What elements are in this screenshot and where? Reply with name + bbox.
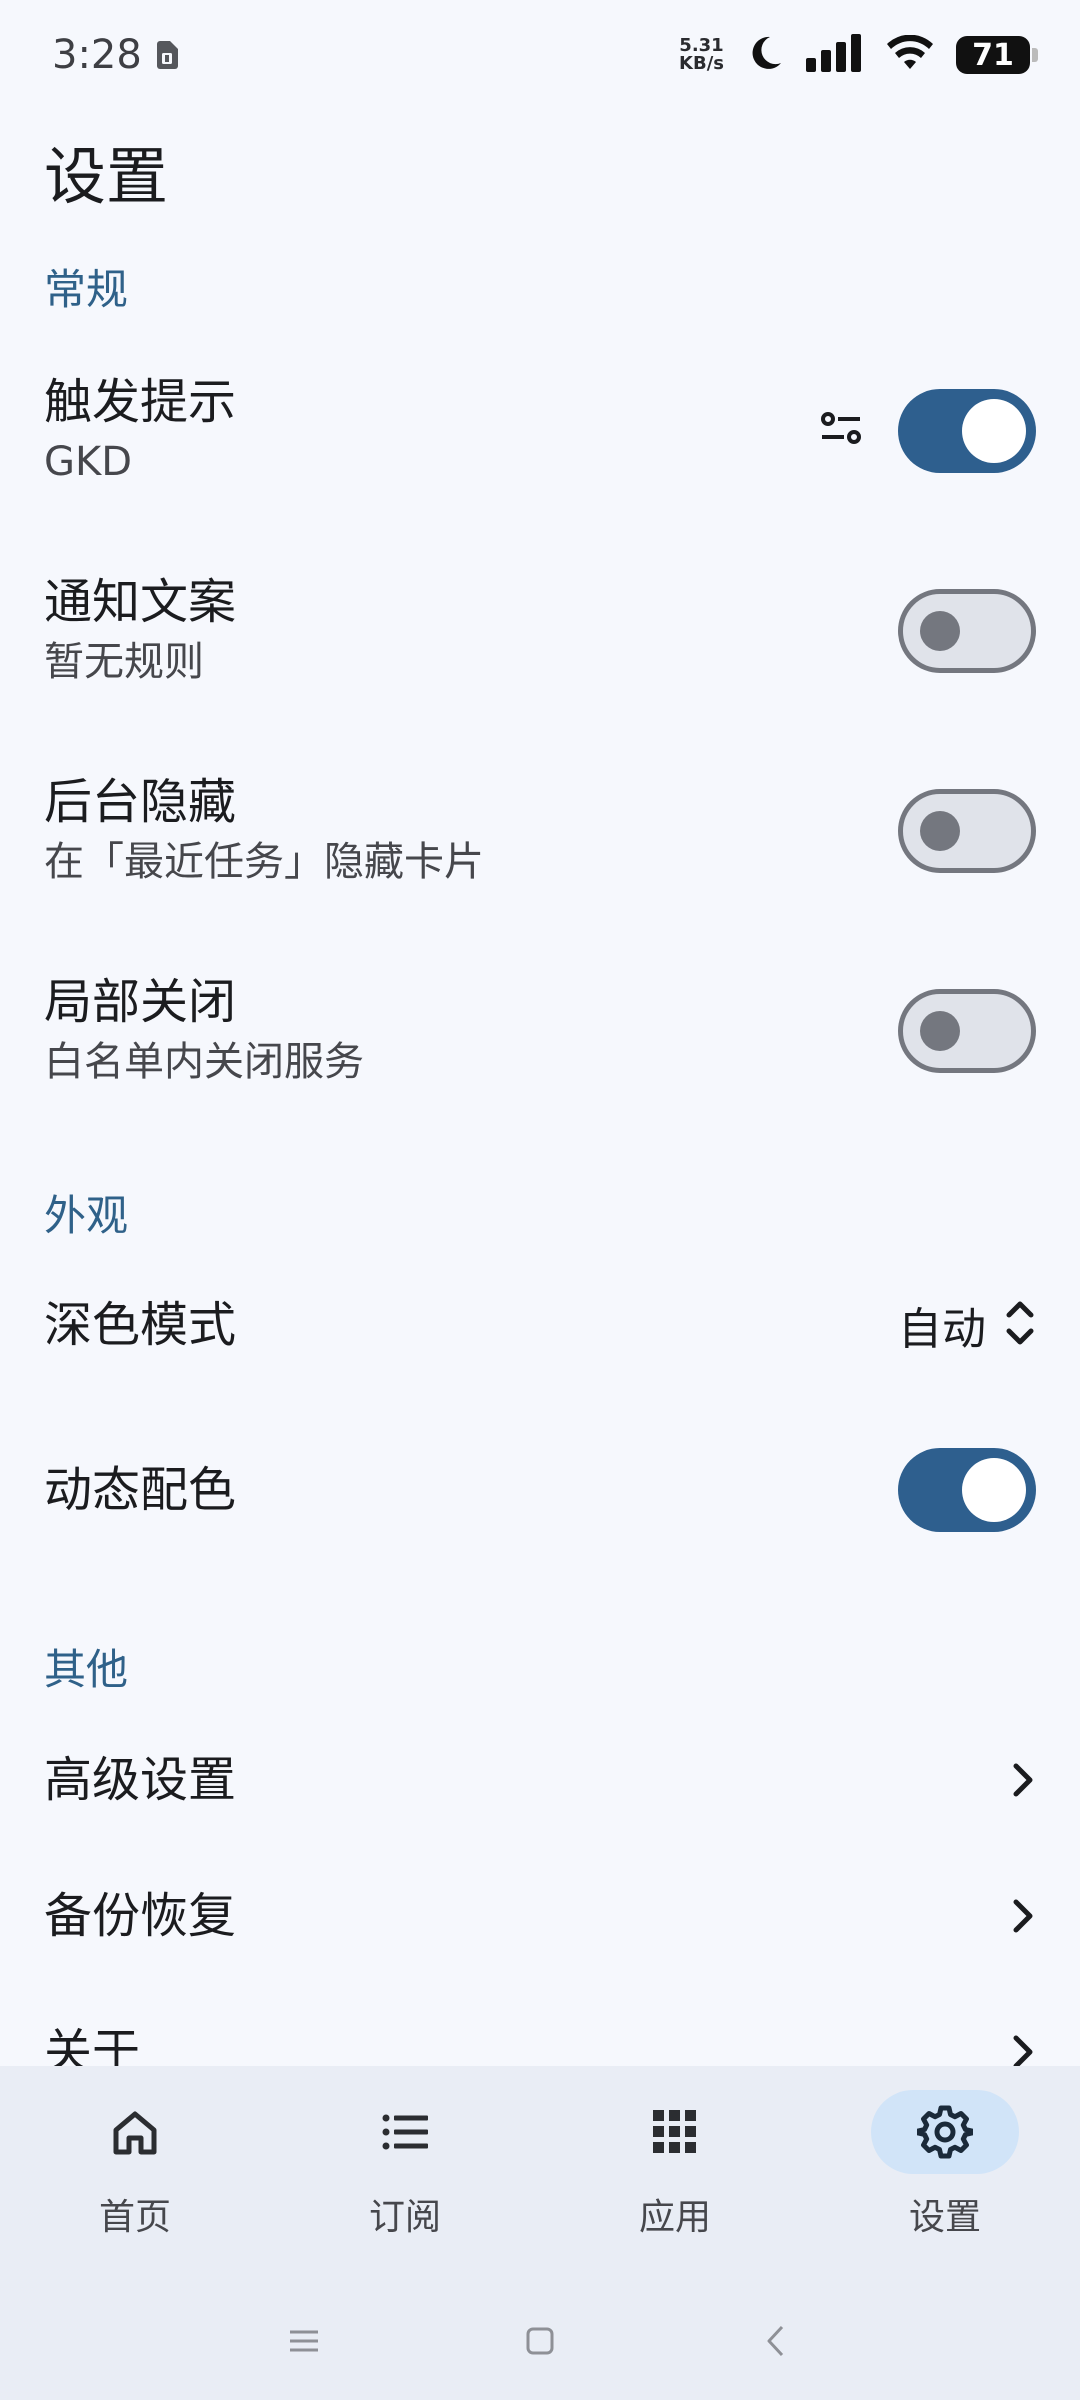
dynamic-color-switch[interactable]: [898, 1448, 1036, 1532]
setting-controls: [898, 1448, 1036, 1532]
setting-controls: [898, 789, 1036, 873]
moon-icon: [746, 34, 784, 76]
back-chevron-icon: [764, 2324, 788, 2362]
chevron-right-icon: [1008, 1896, 1036, 1936]
nav-label: 设置: [908, 2197, 981, 2238]
page-title: 设置: [44, 140, 169, 213]
switch-thumb: [962, 1458, 1026, 1522]
setting-subtitle: 白名单内关闭服务: [44, 1039, 364, 1085]
section-title-appearance: 外观: [44, 1191, 129, 1240]
net-speed-unit: KB/s: [679, 53, 724, 74]
hide-background-switch[interactable]: [898, 789, 1036, 873]
system-navigation-bar: [0, 2286, 1080, 2400]
battery-level: 71: [972, 37, 1014, 73]
section-title-general: 常规: [44, 265, 129, 314]
tune-icon[interactable]: [818, 405, 866, 457]
setting-text: 通知文案 暂无规则: [44, 572, 236, 690]
battery-icon: 71: [956, 36, 1038, 74]
setting-row-partial-close[interactable]: 局部关闭 白名单内关闭服务: [0, 968, 1080, 1094]
settings-screen: 3:28 5.31 KB/s 71 设置 常规 触发提示 GKD 通知文案 暂无…: [0, 0, 1080, 2400]
unfold-icon: [1004, 1297, 1036, 1353]
list-icon: [331, 2090, 479, 2174]
nav-item-settings[interactable]: 设置: [810, 2066, 1080, 2286]
nav-label: 订阅: [368, 2197, 441, 2238]
status-bar: 3:28 5.31 KB/s 71: [0, 0, 1080, 110]
setting-title: 备份恢复: [44, 1888, 237, 1944]
setting-title: 后台隐藏: [44, 774, 237, 830]
setting-text: 后台隐藏 在「最近任务」隐藏卡片: [44, 772, 484, 890]
setting-text: 触发提示 GKD: [44, 372, 236, 490]
setting-row-trigger-tip[interactable]: 触发提示 GKD: [0, 368, 1080, 494]
notification-text-switch[interactable]: [898, 589, 1036, 673]
setting-title: 高级设置: [44, 1752, 237, 1808]
switch-thumb: [920, 1011, 960, 1051]
dark-mode-select[interactable]: 自动: [898, 1293, 1036, 1357]
status-icons: 5.31 KB/s 71: [679, 34, 1038, 76]
menu-icon: [288, 2328, 320, 2358]
switch-thumb: [920, 811, 960, 851]
setting-subtitle: 暂无规则: [44, 639, 204, 685]
bottom-navigation: 首页 订阅 应用 设置: [0, 2066, 1080, 2400]
menu-button[interactable]: [186, 2328, 422, 2358]
chevron-right-icon: [1008, 1760, 1036, 1800]
setting-row-backup[interactable]: 备份恢复: [0, 1880, 1080, 1952]
trigger-tip-switch[interactable]: [898, 389, 1036, 473]
setting-controls: [898, 989, 1036, 1073]
setting-controls: [898, 589, 1036, 673]
apps-grid-icon: [601, 2090, 749, 2174]
setting-row-dynamic-color[interactable]: 动态配色: [0, 1448, 1080, 1532]
setting-title: 局部关闭: [44, 974, 237, 1030]
setting-title: 触发提示: [44, 374, 237, 430]
nav-item-home[interactable]: 首页: [0, 2066, 270, 2286]
square-icon: [525, 2326, 555, 2360]
setting-title: 深色模式: [44, 1297, 237, 1353]
switch-thumb: [920, 611, 960, 651]
setting-row-advanced[interactable]: 高级设置: [0, 1744, 1080, 1816]
setting-row-notification-text[interactable]: 通知文案 暂无规则: [0, 568, 1080, 694]
gear-icon: [871, 2090, 1019, 2174]
status-time: 3:28: [52, 32, 142, 78]
switch-thumb: [962, 399, 1026, 463]
wifi-icon: [886, 34, 934, 75]
nav-label: 首页: [98, 2197, 171, 2238]
nav-label: 应用: [638, 2197, 711, 2238]
home-icon: [61, 2090, 209, 2174]
setting-title: 通知文案: [44, 574, 237, 630]
sim-card-icon: [156, 41, 178, 69]
setting-subtitle: 在「最近任务」隐藏卡片: [44, 839, 484, 885]
net-speed: 5.31 KB/s: [679, 37, 724, 73]
setting-row-hide-background[interactable]: 后台隐藏 在「最近任务」隐藏卡片: [0, 768, 1080, 894]
setting-controls: [818, 389, 1036, 473]
setting-row-dark-mode[interactable]: 深色模式 自动: [0, 1290, 1080, 1360]
setting-text: 局部关闭 白名单内关闭服务: [44, 972, 364, 1090]
home-button[interactable]: [422, 2326, 658, 2360]
dark-mode-value: 自动: [898, 1304, 986, 1355]
partial-close-switch[interactable]: [898, 989, 1036, 1073]
nav-item-subscriptions[interactable]: 订阅: [270, 2066, 540, 2286]
nav-item-apps[interactable]: 应用: [540, 2066, 810, 2286]
setting-subtitle: GKD: [44, 439, 133, 485]
nav-items: 首页 订阅 应用 设置: [0, 2066, 1080, 2286]
signal-icon: [806, 34, 864, 76]
setting-title: 动态配色: [44, 1462, 237, 1518]
section-title-other: 其他: [44, 1645, 129, 1694]
back-button[interactable]: [658, 2324, 894, 2362]
